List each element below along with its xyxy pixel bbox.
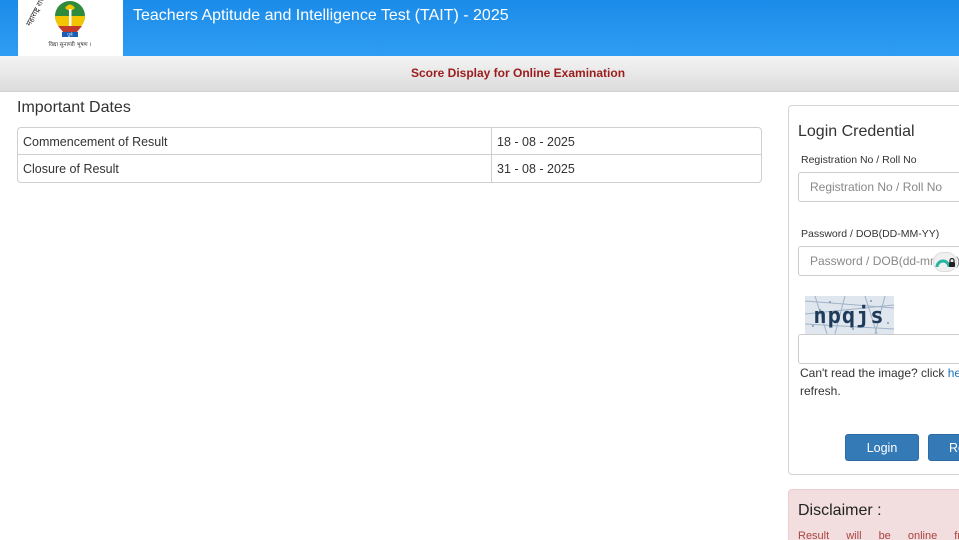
reset-button[interactable]: Reset xyxy=(928,434,959,461)
date-label-cell: Commencement of Result xyxy=(18,128,492,154)
registration-input[interactable] xyxy=(798,172,959,202)
board-logo: महाराष्ट्र राज्य परीक्षा परिषद पुणे विद्… xyxy=(18,0,123,56)
captcha-input[interactable] xyxy=(798,334,959,364)
disclaimer-text: Result will be online from the xyxy=(798,530,959,540)
captcha-help-prefix: Can't read the image? click xyxy=(800,366,948,380)
sub-header-bar: Score Display for Online Examination xyxy=(0,56,959,92)
page-title: Teachers Aptitude and Intelligence Test … xyxy=(133,7,509,24)
header-bar: महाराष्ट्र राज्य परीक्षा परिषद पुणे विद्… xyxy=(0,0,959,56)
captcha-help: Can't read the image? click here to refr… xyxy=(800,364,959,400)
captcha-image: npqjs xyxy=(805,296,894,334)
important-dates-heading: Important Dates xyxy=(17,99,131,116)
captcha-text: npqjs xyxy=(813,304,884,329)
captcha-refresh-link[interactable]: here xyxy=(948,366,959,380)
date-label-cell: Closure of Result xyxy=(18,155,492,182)
logo-bottom-text: विद्या सुनाण्डी भूषण । xyxy=(49,41,92,48)
password-label: Password / DOB(DD-MM-YY) xyxy=(801,228,940,240)
registration-label: Registration No / Roll No xyxy=(801,154,917,166)
board-logo-emblem-icon: महाराष्ट्र राज्य परीक्षा परिषद पुणे विद्… xyxy=(24,0,92,48)
page: महाराष्ट्र राज्य परीक्षा परिषद पुणे विद्… xyxy=(0,0,959,540)
logo-badge-text: पुणे xyxy=(67,32,72,38)
disclaimer-title: Disclaimer : xyxy=(798,502,882,519)
date-value-cell: 18 - 08 - 2025 xyxy=(497,135,575,149)
table-row: Closure of Result 31 - 08 - 2025 xyxy=(18,155,761,182)
login-button[interactable]: Login xyxy=(845,434,919,461)
login-title: Login Credential xyxy=(798,123,915,140)
sub-header-title: Score Display for Online Examination xyxy=(410,66,626,80)
password-manager-badge[interactable] xyxy=(933,252,957,272)
disclaimer-panel: Disclaimer : Result will be online from … xyxy=(788,489,959,540)
date-value-cell: 31 - 08 - 2025 xyxy=(497,162,575,176)
password-manager-icon xyxy=(935,257,955,268)
login-panel: Login Credential Registration No / Roll … xyxy=(788,105,959,475)
important-dates-table: Commencement of Result 18 - 08 - 2025 Cl… xyxy=(17,127,762,183)
table-row: Commencement of Result 18 - 08 - 2025 xyxy=(18,128,761,155)
